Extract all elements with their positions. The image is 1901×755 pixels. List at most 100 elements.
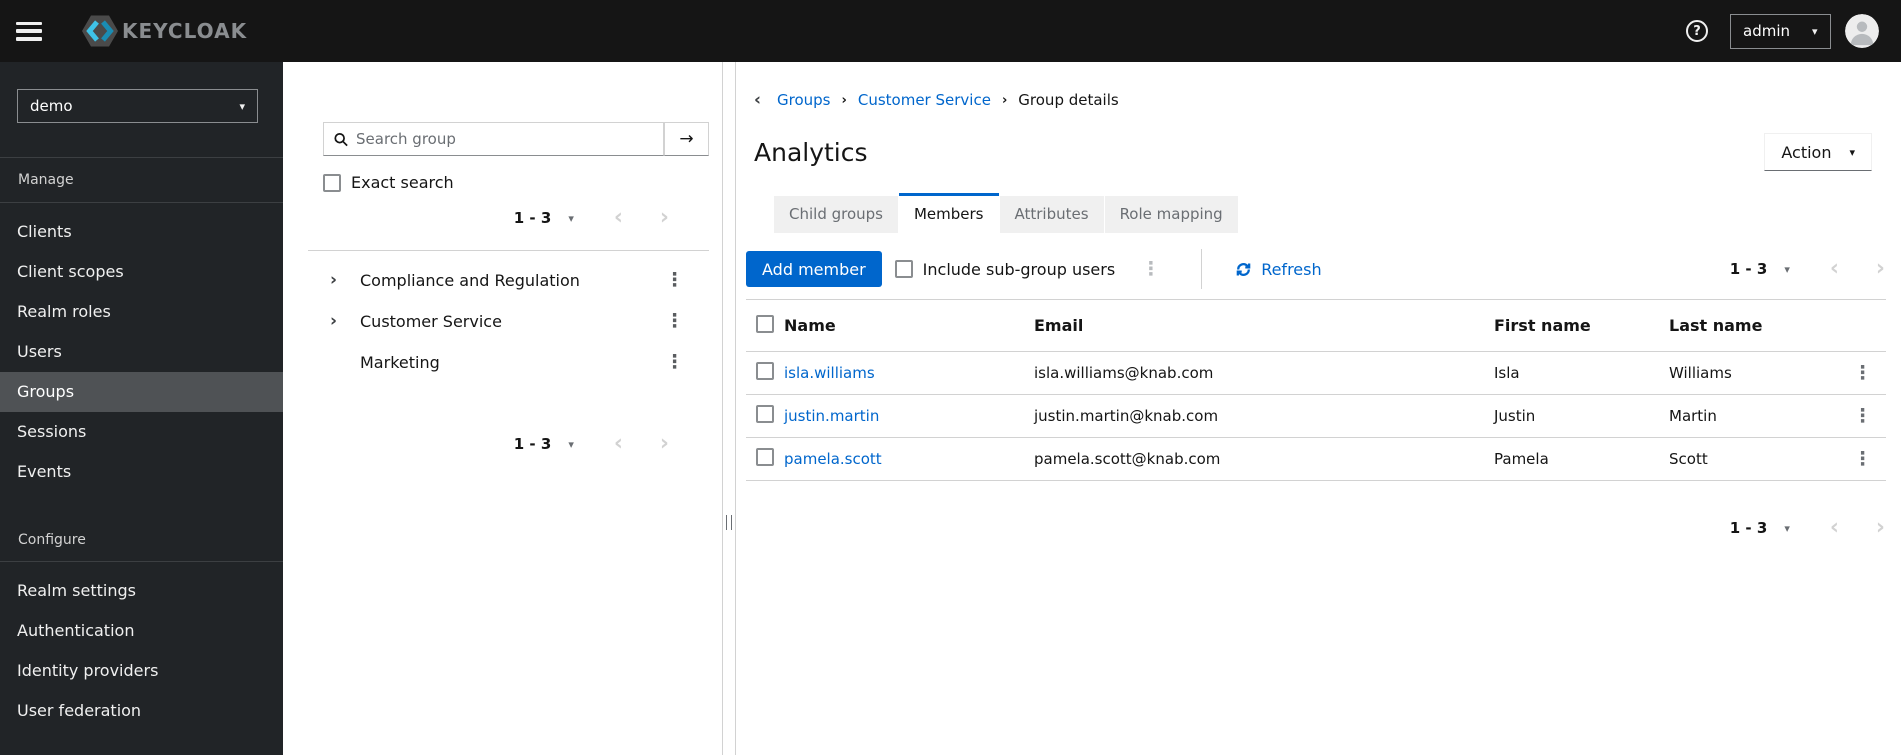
pagination-prev-button[interactable]: ‹	[614, 433, 623, 455]
user-menu-dropdown[interactable]: admin ▾	[1730, 13, 1831, 49]
row-kebab-icon[interactable]: ⋮	[1853, 405, 1872, 427]
sidebar-item-client-scopes[interactable]: Client scopes	[0, 252, 283, 292]
pagination-caret-icon[interactable]: ▾	[1784, 522, 1790, 535]
hamburger-menu-icon[interactable]	[16, 21, 42, 41]
toolbar-kebab-icon[interactable]: ⋮	[1141, 259, 1160, 279]
row-kebab-icon[interactable]: ⋮	[1853, 448, 1872, 470]
search-submit-button[interactable]: →	[664, 122, 709, 156]
main-content: ‹ Groups › Customer Service › Group deta…	[735, 62, 1901, 755]
add-member-button[interactable]: Add member	[746, 251, 882, 287]
pagination-next-button[interactable]: ›	[1876, 258, 1885, 280]
group-detail-tabs: Child groups Members Attributes Role map…	[774, 193, 1885, 233]
group-search-input[interactable]	[356, 130, 663, 148]
pagination-prev-button[interactable]: ‹	[1830, 517, 1839, 539]
members-pagination-top: 1 - 3 ▾ ‹ ›	[1730, 258, 1885, 280]
sidebar-item-authentication[interactable]: Authentication	[0, 611, 283, 651]
tab-child-groups[interactable]: Child groups	[774, 196, 898, 233]
brand-text: KEYCLOAK	[122, 19, 248, 43]
breadcrumb-separator-icon: ›	[1001, 92, 1008, 108]
action-dropdown-button[interactable]: Action ▾	[1764, 133, 1872, 171]
member-email: pamela.scott@knab.com	[1034, 450, 1221, 468]
kebab-menu-icon[interactable]: ⋮	[665, 353, 684, 372]
sidebar-item-realm-settings[interactable]: Realm settings	[0, 571, 283, 611]
pagination-caret-icon[interactable]: ▾	[568, 438, 574, 451]
refresh-button[interactable]: Refresh	[1235, 259, 1322, 279]
member-last-name: Martin	[1669, 407, 1717, 425]
expand-chevron-icon[interactable]: ›	[330, 313, 346, 330]
breadcrumb-back-icon[interactable]: ‹	[754, 91, 761, 109]
members-table: Name Email First name Last name isla.wil…	[746, 299, 1886, 481]
row-checkbox[interactable]	[756, 362, 774, 380]
keycloak-logo: KEYCLOAK	[70, 11, 247, 51]
table-row: isla.williams isla.williams@knab.com Isl…	[746, 352, 1886, 395]
pagination-prev-button[interactable]: ‹	[614, 207, 623, 229]
tree-pagination-top: 1 - 3 ▾ ‹ ›	[283, 207, 669, 229]
sidebar-item-users[interactable]: Users	[0, 332, 283, 372]
nav-section-configure: Configure	[0, 492, 283, 562]
pagination-prev-button[interactable]: ‹	[1830, 258, 1839, 280]
include-subgroups-checkbox[interactable]	[894, 260, 913, 278]
column-header-actions	[1801, 300, 1886, 352]
refresh-icon	[1236, 262, 1251, 276]
pagination-next-button[interactable]: ›	[660, 207, 669, 229]
group-tree-list: › Compliance and Regulation ⋮ › Customer…	[283, 251, 722, 383]
tab-attributes[interactable]: Attributes	[999, 196, 1104, 233]
search-icon	[334, 132, 348, 146]
pagination-next-button[interactable]: ›	[1876, 517, 1885, 539]
sidebar-item-clients[interactable]: Clients	[0, 212, 283, 252]
members-toolbar: Add member Include sub-group users ⋮ Ref…	[746, 246, 1885, 292]
group-tree-panel: → Exact search 1 - 3 ▾ ‹ › › Compliance …	[283, 62, 723, 755]
member-username-link[interactable]: isla.williams	[784, 364, 875, 382]
exact-search-checkbox[interactable]	[323, 173, 341, 192]
sidebar-item-events[interactable]: Events	[0, 452, 283, 492]
realm-selector-value: demo	[30, 97, 73, 115]
tree-pagination-bottom: 1 - 3 ▾ ‹ ›	[283, 433, 669, 455]
question-mark: ?	[1693, 23, 1701, 39]
avatar[interactable]	[1845, 14, 1879, 48]
member-first-name: Isla	[1494, 364, 1520, 382]
nav-section-manage: Manage	[0, 157, 283, 203]
breadcrumb-separator-icon: ›	[841, 92, 847, 108]
panel-resizer[interactable]	[723, 62, 735, 755]
toolbar-divider	[1201, 249, 1203, 289]
pagination-caret-icon[interactable]: ▾	[1784, 263, 1790, 276]
caret-down-icon: ▾	[239, 99, 245, 113]
group-tree-item[interactable]: › Customer Service ⋮	[283, 301, 722, 342]
page-title: Analytics	[754, 137, 868, 167]
sidebar-item-identity-providers[interactable]: Identity providers	[0, 651, 283, 691]
sidebar-item-groups[interactable]: Groups	[0, 372, 283, 412]
group-tree-item[interactable]: Marketing ⋮	[283, 342, 722, 383]
kebab-menu-icon[interactable]: ⋮	[665, 271, 684, 290]
sidebar-item-realm-roles[interactable]: Realm roles	[0, 292, 283, 332]
sidebar-item-user-federation[interactable]: User federation	[0, 691, 283, 731]
group-tree-item[interactable]: › Compliance and Regulation ⋮	[283, 260, 722, 301]
member-last-name: Scott	[1669, 450, 1708, 468]
tab-members[interactable]: Members	[898, 193, 999, 233]
group-search-box	[323, 122, 664, 156]
group-name[interactable]: Compliance and Regulation	[360, 271, 580, 290]
member-username-link[interactable]: pamela.scott	[784, 450, 882, 468]
column-header-first-name: First name	[1494, 316, 1591, 335]
select-all-checkbox[interactable]	[756, 314, 774, 333]
breadcrumb-link-customer-service[interactable]: Customer Service	[858, 91, 991, 109]
row-checkbox[interactable]	[756, 448, 774, 466]
pagination-range: 1 - 3	[513, 209, 552, 227]
breadcrumb: ‹ Groups › Customer Service › Group deta…	[736, 62, 1901, 109]
pagination-range: 1 - 3	[1729, 519, 1768, 537]
pagination-next-button[interactable]: ›	[660, 433, 669, 455]
sidebar-item-sessions[interactable]: Sessions	[0, 412, 283, 452]
realm-selector[interactable]: demo ▾	[17, 89, 258, 123]
help-icon[interactable]: ?	[1686, 20, 1708, 42]
row-checkbox[interactable]	[756, 405, 774, 423]
pagination-caret-icon[interactable]: ▾	[568, 212, 574, 225]
group-name[interactable]: Customer Service	[360, 312, 502, 331]
breadcrumb-link-groups[interactable]: Groups	[777, 91, 830, 109]
refresh-label: Refresh	[1261, 259, 1322, 279]
expand-chevron-icon[interactable]: ›	[330, 272, 346, 289]
member-username-link[interactable]: justin.martin	[784, 407, 879, 425]
tab-role-mapping[interactable]: Role mapping	[1104, 196, 1238, 233]
group-name[interactable]: Marketing	[360, 353, 440, 372]
kebab-menu-icon[interactable]: ⋮	[665, 312, 684, 331]
row-kebab-icon[interactable]: ⋮	[1853, 362, 1872, 384]
column-header-name[interactable]: Name	[784, 300, 1034, 352]
